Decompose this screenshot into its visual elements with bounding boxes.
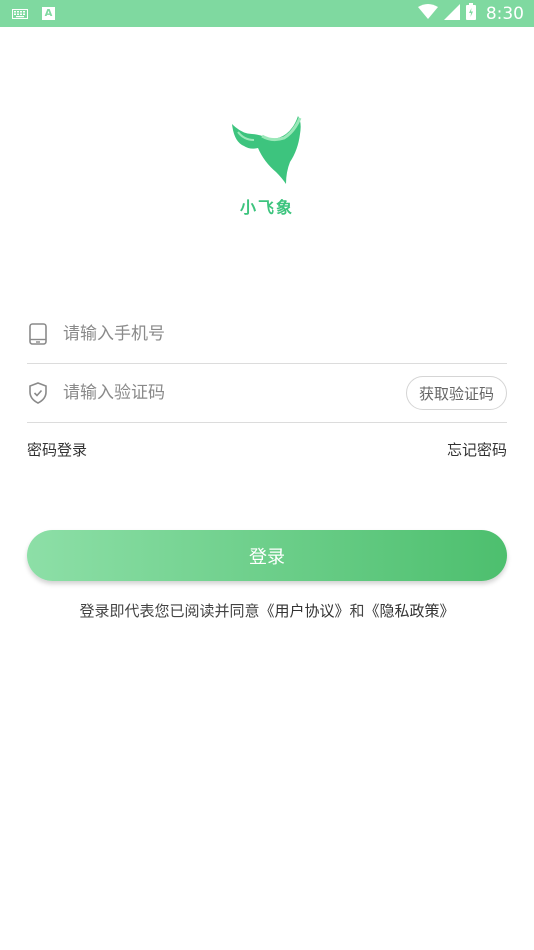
phone-field-row	[27, 305, 507, 364]
code-input[interactable]	[63, 383, 406, 403]
signal-icon	[443, 3, 460, 24]
login-options: 密码登录 忘记密码	[27, 439, 507, 460]
logo-area: 小飞象	[0, 112, 534, 218]
wifi-icon	[417, 3, 438, 24]
elephant-logo	[232, 116, 302, 184]
status-bar: A 8:30	[0, 0, 534, 27]
agreement-text: 登录即代表您已阅读并同意《用户协议》和《隐私政策》	[0, 600, 534, 621]
status-bar-left: A	[12, 7, 55, 20]
user-agreement-link[interactable]: 《用户协议》	[259, 602, 349, 620]
login-form: 获取验证码 密码登录 忘记密码	[27, 305, 507, 460]
status-time: 8:30	[485, 3, 524, 24]
battery-icon	[465, 3, 476, 24]
get-code-button[interactable]: 获取验证码	[405, 376, 507, 410]
agreement-prefix: 登录即代表您已阅读并同意	[79, 602, 260, 620]
keyboard-icon	[12, 8, 28, 19]
code-field-row: 获取验证码	[27, 364, 507, 423]
forgot-password-link[interactable]: 忘记密码	[447, 439, 507, 460]
password-login-link[interactable]: 密码登录	[27, 439, 87, 460]
a-notification-icon: A	[42, 7, 55, 20]
login-button[interactable]: 登录	[27, 530, 507, 581]
app-name: 小飞象	[239, 198, 294, 217]
phone-input[interactable]	[63, 324, 507, 344]
agreement-and: 和	[349, 602, 365, 620]
shield-icon	[27, 382, 49, 404]
privacy-policy-link[interactable]: 《隐私政策》	[365, 602, 455, 620]
status-bar-right: 8:30	[417, 3, 524, 24]
phone-icon	[27, 323, 49, 345]
